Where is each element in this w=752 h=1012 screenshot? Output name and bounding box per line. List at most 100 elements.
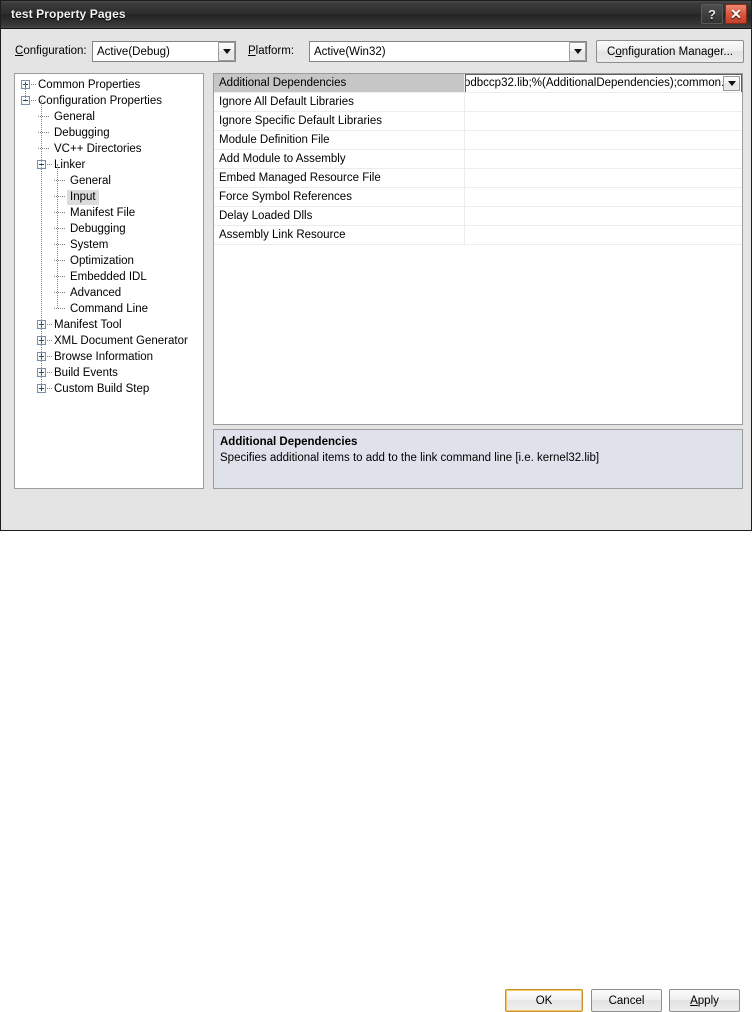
property-row[interactable]: Delay Loaded Dlls xyxy=(214,207,742,226)
property-grid[interactable]: Additional Dependencies odbccp32.lib;%(Ad… xyxy=(213,73,743,425)
apply-button[interactable]: Apply xyxy=(669,989,740,1012)
tree-connector xyxy=(54,244,65,246)
tree-guide-line xyxy=(57,164,59,308)
ok-button[interactable]: OK xyxy=(505,989,583,1012)
tree-item-input[interactable]: Input xyxy=(15,189,203,205)
configuration-bar: Configuration: Active(Debug) Platform: A… xyxy=(1,30,751,66)
property-name: Force Symbol References xyxy=(214,188,465,206)
tree-item-label: Advanced xyxy=(70,287,122,299)
tree-connector xyxy=(38,116,49,118)
tree-item-manifest-file[interactable]: Manifest File xyxy=(15,205,203,221)
platform-value: Active(Win32) xyxy=(314,45,386,58)
configuration-manager-button[interactable]: Configuration Manager... xyxy=(596,40,744,63)
tree-item-build-events[interactable]: Build Events xyxy=(15,365,203,381)
tree-connector xyxy=(54,260,65,262)
tree-item-browse-information[interactable]: Browse Information xyxy=(15,349,203,365)
tree-connector xyxy=(31,100,36,102)
cancel-button[interactable]: Cancel xyxy=(591,989,662,1012)
tree-connector xyxy=(47,324,52,326)
tree-connector xyxy=(38,132,49,134)
property-row[interactable]: Assembly Link Resource xyxy=(214,226,742,245)
tree-item-general[interactable]: General xyxy=(15,173,203,189)
tree-item-command-line[interactable]: Command Line xyxy=(15,301,203,317)
chevron-down-icon[interactable] xyxy=(723,76,740,91)
tree-item-common-properties[interactable]: Common Properties xyxy=(15,77,203,93)
help-icon[interactable]: ? xyxy=(701,4,723,24)
property-name: Ignore Specific Default Libraries xyxy=(214,112,465,130)
tree-connector xyxy=(47,388,52,390)
tree-item-label: Optimization xyxy=(70,255,134,267)
tree-item-custom-build-step[interactable]: Custom Build Step xyxy=(15,381,203,397)
tree-item-label: Manifest Tool xyxy=(54,319,122,331)
tree-item-label: Debugging xyxy=(54,127,110,139)
property-tree[interactable]: Common Properties Configuration Propertie… xyxy=(14,73,204,489)
property-row[interactable]: Ignore All Default Libraries xyxy=(214,93,742,112)
configuration-combobox[interactable]: Active(Debug) xyxy=(92,41,236,62)
window-title: test Property Pages xyxy=(11,7,126,21)
property-value-cell[interactable] xyxy=(465,131,742,149)
tree-item-vc-directories[interactable]: VC++ Directories xyxy=(15,141,203,157)
tree-connector xyxy=(38,148,49,150)
tree-item-label: XML Document Generator xyxy=(54,335,188,347)
tree-guide-line xyxy=(41,100,43,388)
description-panel: Additional Dependencies Specifies additi… xyxy=(213,429,743,489)
property-value-cell[interactable] xyxy=(465,226,742,244)
tree-item-label: General xyxy=(70,175,111,187)
property-row[interactable]: Additional Dependencies odbccp32.lib;%(Ad… xyxy=(214,74,742,93)
tree-connector xyxy=(47,164,52,166)
chevron-down-icon[interactable] xyxy=(569,42,586,61)
tree-connector xyxy=(54,292,65,294)
chevron-down-icon[interactable] xyxy=(218,42,235,61)
tree-item-embedded-idl[interactable]: Embedded IDL xyxy=(15,269,203,285)
property-value-editor[interactable]: odbccp32.lib;%(AdditionalDependencies);c… xyxy=(465,74,742,92)
property-name: Module Definition File xyxy=(214,131,465,149)
title-bar-buttons: ? ✕ xyxy=(701,4,747,24)
property-row[interactable]: Force Symbol References xyxy=(214,188,742,207)
property-value-cell[interactable] xyxy=(465,112,742,130)
tree-connector xyxy=(47,356,52,358)
tree-guide-line xyxy=(25,84,27,100)
property-name: Additional Dependencies xyxy=(214,74,465,92)
property-value-input[interactable]: odbccp32.lib;%(AdditionalDependencies);c… xyxy=(466,75,723,92)
tree-item-label: Common Properties xyxy=(38,79,141,91)
tree-connector xyxy=(47,340,52,342)
tree-item-general[interactable]: General xyxy=(15,109,203,125)
tree-item-xml-document-generator[interactable]: XML Document Generator xyxy=(15,333,203,349)
tree-item-label: Custom Build Step xyxy=(54,383,150,395)
tree-connector xyxy=(54,180,65,182)
tree-item-label: Command Line xyxy=(70,303,148,315)
tree-item-label: Embedded IDL xyxy=(70,271,147,283)
tree-item-label: VC++ Directories xyxy=(54,143,142,155)
property-row[interactable]: Add Module to Assembly xyxy=(214,150,742,169)
tree-item-linker[interactable]: Linker xyxy=(15,157,203,173)
tree-item-advanced[interactable]: Advanced xyxy=(15,285,203,301)
apply-label: Apply xyxy=(690,994,719,1007)
tree-connector xyxy=(31,84,36,86)
tree-connector xyxy=(54,228,65,230)
tree-connector xyxy=(54,196,65,198)
tree-item-label: General xyxy=(54,111,95,123)
property-value-cell[interactable] xyxy=(465,93,742,111)
property-row[interactable]: Module Definition File xyxy=(214,131,742,150)
tree-item-debugging[interactable]: Debugging xyxy=(15,125,203,141)
platform-combobox[interactable]: Active(Win32) xyxy=(309,41,587,62)
property-value-cell[interactable] xyxy=(465,169,742,187)
property-name: Assembly Link Resource xyxy=(214,226,465,244)
property-value-cell[interactable]: odbccp32.lib;%(AdditionalDependencies);c… xyxy=(465,74,742,92)
property-value-cell[interactable] xyxy=(465,188,742,206)
property-value-cell[interactable] xyxy=(465,150,742,168)
close-icon[interactable]: ✕ xyxy=(725,4,747,24)
tree-item-label: System xyxy=(70,239,109,251)
tree-item-manifest-tool[interactable]: Manifest Tool xyxy=(15,317,203,333)
title-bar: test Property Pages ? ✕ xyxy=(1,1,751,29)
property-row[interactable]: Ignore Specific Default Libraries xyxy=(214,112,742,131)
property-row[interactable]: Embed Managed Resource File xyxy=(214,169,742,188)
property-value-cell[interactable] xyxy=(465,207,742,225)
property-pages-dialog: test Property Pages ? ✕ Configuration: A… xyxy=(0,0,752,1012)
configuration-value: Active(Debug) xyxy=(97,45,170,58)
tree-item-system[interactable]: System xyxy=(15,237,203,253)
property-name: Delay Loaded Dlls xyxy=(214,207,465,225)
tree-item-configuration-properties[interactable]: Configuration Properties xyxy=(15,93,203,109)
tree-item-debugging[interactable]: Debugging xyxy=(15,221,203,237)
tree-item-optimization[interactable]: Optimization xyxy=(15,253,203,269)
